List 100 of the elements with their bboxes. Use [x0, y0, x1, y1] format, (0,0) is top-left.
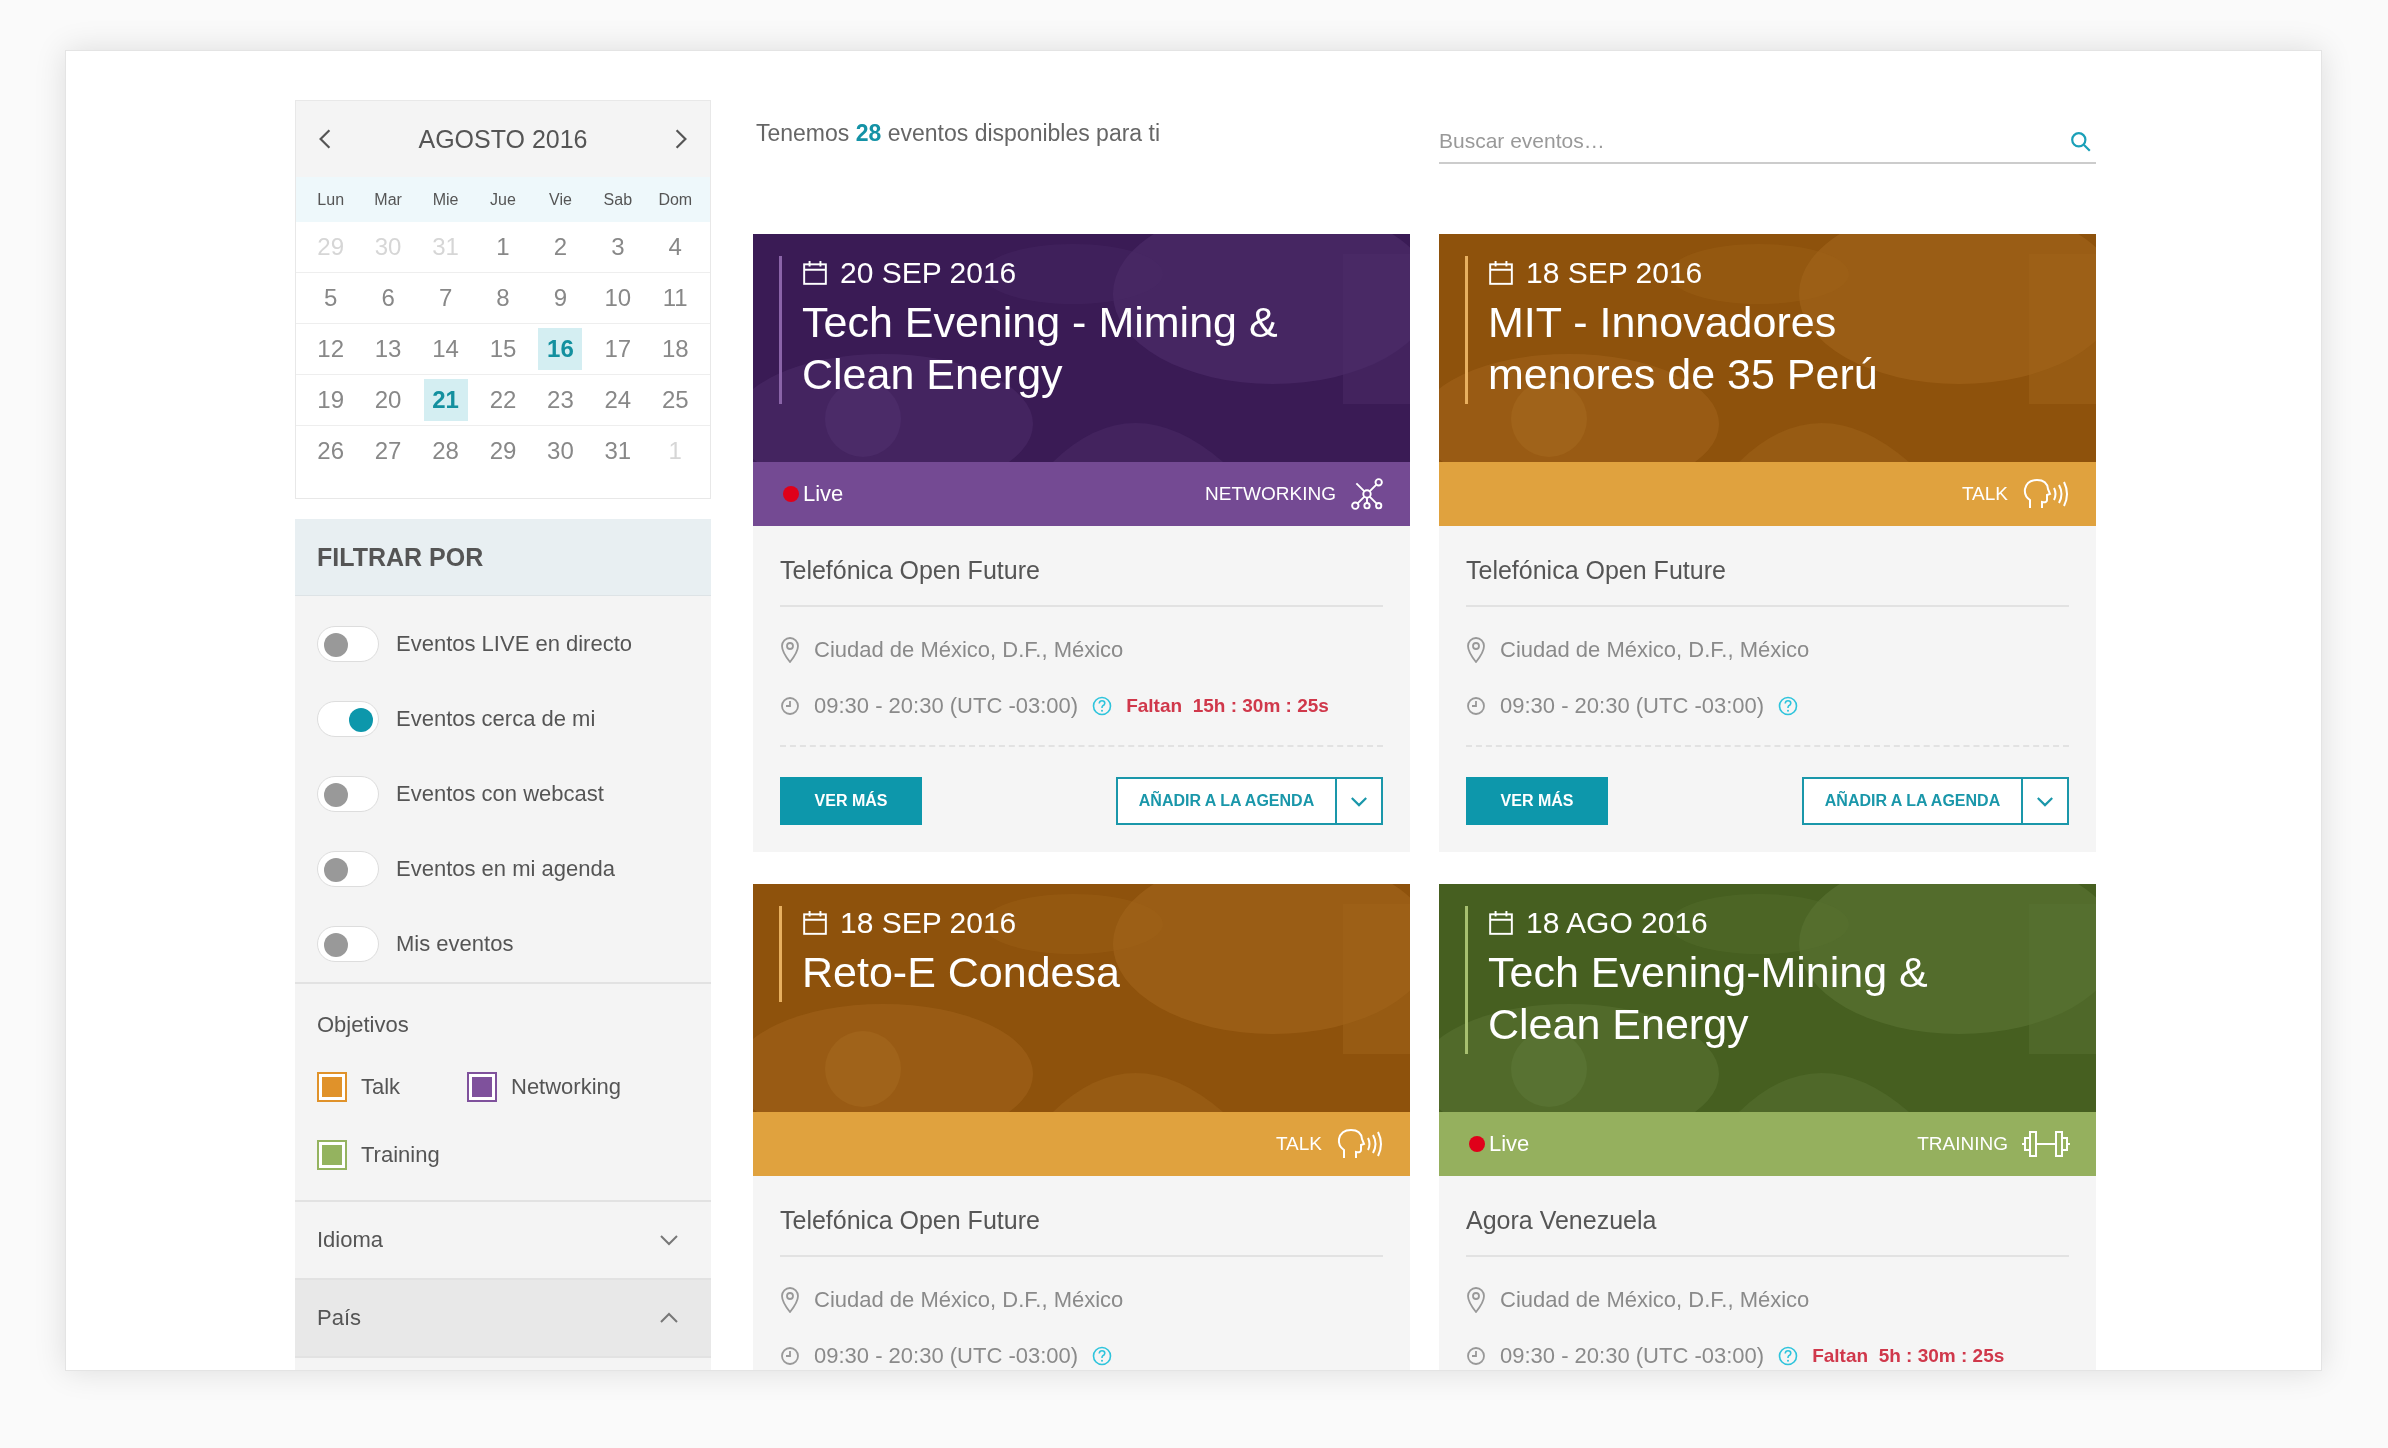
calendar-day[interactable]: 3: [595, 226, 640, 268]
organizer-name: Agora Venezuela: [1466, 1176, 2069, 1257]
toggle-switch[interactable]: [317, 926, 379, 962]
calendar-day[interactable]: 15: [481, 328, 525, 370]
calendar-day[interactable]: 17: [595, 328, 640, 370]
toggle-label: Eventos en mi agenda: [396, 856, 615, 882]
calendar-day[interactable]: 5: [308, 277, 353, 319]
toggle-label: Mis eventos: [396, 931, 514, 957]
calendar-day[interactable]: 6: [366, 277, 411, 319]
location-pin-icon: [1466, 637, 1486, 663]
event-title[interactable]: MIT - Innovadores menores de 35 Perú: [1488, 296, 1968, 404]
calendar-day[interactable]: 23: [538, 379, 583, 421]
calendar-day[interactable]: 24: [595, 379, 640, 421]
calendar-day[interactable]: 12: [308, 328, 353, 370]
calendar-day[interactable]: 1: [481, 226, 525, 268]
toggle-switch[interactable]: [317, 851, 379, 887]
event-title[interactable]: Tech Evening-Mining & Clean Energy: [1488, 946, 1968, 1054]
weekday-label: Jue: [489, 190, 517, 209]
toggle-switch[interactable]: [317, 626, 379, 662]
category-checkbox[interactable]: [317, 1072, 347, 1102]
see-more-button[interactable]: VER MÁS: [780, 777, 922, 825]
calendar-day[interactable]: 11: [653, 277, 698, 319]
add-to-agenda-button[interactable]: AÑADIR A LA AGENDA: [1802, 777, 2023, 825]
toggle-label: Eventos LIVE en directo: [396, 631, 633, 657]
calendar-day[interactable]: 20: [366, 379, 411, 421]
filter-heading: FILTRAR POR: [295, 519, 711, 596]
calendar-icon: [802, 910, 828, 936]
month-title: AGOSTO 2016: [418, 124, 588, 154]
see-more-button[interactable]: VER MÁS: [1466, 777, 1608, 825]
category-name: TALK: [1275, 1133, 1322, 1155]
clock-icon: [780, 1346, 800, 1366]
add-to-agenda-button[interactable]: AÑADIR A LA AGENDA: [1116, 777, 1337, 825]
calendar-day[interactable]: 22: [481, 379, 525, 421]
toggle-label: Eventos con webcast: [396, 781, 604, 807]
help-icon[interactable]: [1092, 1346, 1113, 1366]
clock-icon: [1466, 1346, 1486, 1366]
organizer-name: Telefónica Open Future: [780, 526, 1383, 607]
calendar-day[interactable]: 8: [481, 277, 525, 319]
calendar-day[interactable]: 29: [481, 430, 525, 472]
chevron-icon: [659, 1234, 679, 1246]
live-label: Live: [1489, 1131, 1530, 1157]
event-time: 09:30 - 20:30 (UTC -03:00): [814, 1343, 1079, 1369]
calendar-day[interactable]: 18: [653, 328, 698, 370]
calendar-day[interactable]: 27: [366, 430, 411, 472]
calendar-day[interactable]: 13: [366, 328, 411, 370]
agenda-dropdown-button[interactable]: [2023, 777, 2069, 825]
calendar-day[interactable]: 9: [538, 277, 583, 319]
clock-icon: [1466, 696, 1486, 716]
calendar-day[interactable]: 28: [423, 430, 468, 472]
previous-month-icon[interactable]: [318, 128, 332, 150]
weekday-label: Dom: [657, 190, 694, 209]
event-title[interactable]: Reto-E Condesa: [802, 946, 1282, 1002]
category-label: Networking: [511, 1074, 622, 1100]
calendar-day[interactable]: 21: [423, 379, 468, 421]
events-summary: Tenemos 28 eventos disponibles para ti: [756, 120, 1161, 147]
help-icon[interactable]: [1778, 696, 1799, 716]
category-name: TRAINING: [1917, 1133, 2008, 1155]
calendar-day[interactable]: 25: [653, 379, 698, 421]
next-month-icon[interactable]: [674, 128, 688, 150]
calendar-day[interactable]: 10: [595, 277, 640, 319]
calendar-icon: [1488, 910, 1514, 936]
event-location: Ciudad de México, D.F., México: [1500, 1287, 1810, 1313]
event-location: Ciudad de México, D.F., México: [1500, 637, 1810, 663]
help-icon[interactable]: [1092, 696, 1113, 716]
category-checkbox[interactable]: [467, 1072, 497, 1102]
toggle-label: Eventos cerca de mi: [396, 706, 596, 732]
search-icon: [2070, 131, 2092, 153]
calendar-day[interactable]: 26: [308, 430, 353, 472]
event-date: 18 SEP 2016: [840, 906, 1017, 940]
calendar-day[interactable]: 14: [423, 328, 468, 370]
calendar-day[interactable]: 31: [595, 430, 640, 472]
category-label: Talk: [361, 1074, 401, 1100]
agenda-dropdown-button[interactable]: [1337, 777, 1383, 825]
speaking-head-icon: [1336, 1128, 1384, 1160]
accordion-header[interactable]: País: [295, 1280, 711, 1358]
event-time: 09:30 - 20:30 (UTC -03:00): [814, 693, 1079, 719]
event-date: 18 SEP 2016: [1526, 256, 1703, 290]
category-checkbox[interactable]: [317, 1140, 347, 1170]
event-title[interactable]: Tech Evening - Miming & Clean Energy: [802, 296, 1282, 404]
organizer-name: Telefónica Open Future: [780, 1176, 1383, 1257]
event-location: Ciudad de México, D.F., México: [814, 637, 1124, 663]
organizer-name: Telefónica Open Future: [1466, 526, 2069, 607]
location-pin-icon: [780, 1287, 800, 1313]
toggle-switch[interactable]: [317, 776, 379, 812]
countdown-text: Faltan 5h : 30m : 25s: [1812, 1345, 2005, 1367]
calendar-day[interactable]: 16: [538, 328, 583, 370]
calendar-day[interactable]: 7: [423, 277, 468, 319]
calendar-day[interactable]: 19: [308, 379, 353, 421]
calendar-day[interactable]: 30: [538, 430, 583, 472]
weekday-label: Mie: [431, 190, 460, 209]
network-nodes-icon: [1350, 477, 1384, 511]
dumbbell-icon: [2022, 1128, 2070, 1160]
calendar-day[interactable]: 2: [538, 226, 583, 268]
toggle-switch[interactable]: [317, 701, 379, 737]
clock-icon: [780, 696, 800, 716]
help-icon[interactable]: [1778, 1346, 1799, 1366]
weekday-label: Mar: [373, 190, 403, 209]
calendar-day[interactable]: 4: [653, 226, 698, 268]
search-field[interactable]: Buscar eventos…: [1439, 120, 2096, 164]
weekday-label: Sab: [602, 190, 634, 209]
